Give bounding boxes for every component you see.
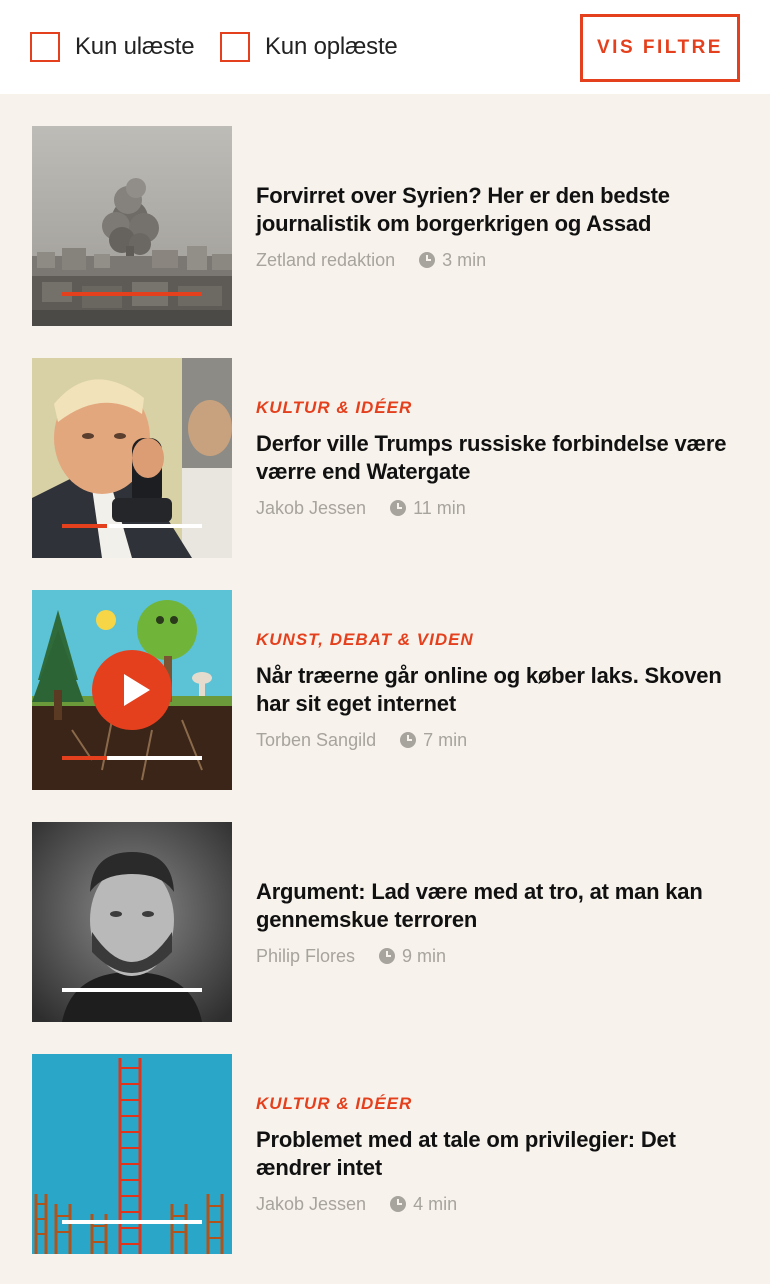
article-duration: 9 min <box>402 945 447 966</box>
read-aloud-filter-label: Kun oplæste <box>265 33 398 60</box>
article-card[interactable]: KULTUR & IDÉER Derfor ville Trumps russi… <box>32 358 738 558</box>
reading-progress-bar <box>62 988 202 992</box>
article-card[interactable]: KULTUR & IDÉER Problemet med at tale om … <box>32 1054 738 1254</box>
reading-progress-bar <box>62 292 202 296</box>
article-text: KULTUR & IDÉER Derfor ville Trumps russi… <box>256 358 738 558</box>
article-thumbnail[interactable] <box>32 822 232 1022</box>
play-button[interactable] <box>92 650 172 730</box>
article-author: Zetland redaktion <box>256 249 396 270</box>
reading-progress-bar <box>62 756 202 760</box>
article-category[interactable]: KULTUR & IDÉER <box>256 398 738 418</box>
article-category[interactable]: KUNST, DEBAT & VIDEN <box>256 630 738 650</box>
article-meta: Torben Sangild 7 min <box>256 730 738 751</box>
filter-bar: Kun ulæste Kun oplæste VIS FILTRE <box>0 0 770 94</box>
article-duration: 3 min <box>442 249 487 270</box>
article-author: Jakob Jessen <box>256 1193 367 1214</box>
article-duration: 11 min <box>413 497 466 518</box>
article-meta: Jakob Jessen 4 min <box>256 1194 738 1215</box>
clock-icon <box>379 948 396 964</box>
unread-filter-label: Kun ulæste <box>75 33 195 60</box>
article-text: Forvirret over Syrien? Her er den bedste… <box>256 126 738 326</box>
ladders-illustration-image <box>32 1054 232 1254</box>
show-filters-button[interactable]: VIS FILTRE <box>580 14 740 82</box>
reading-progress-fill <box>62 756 107 760</box>
article-thumbnail[interactable] <box>32 590 232 790</box>
article-meta: Zetland redaktion 3 min <box>256 250 738 271</box>
checkbox-box[interactable] <box>30 32 60 62</box>
checkbox-box[interactable] <box>220 32 250 62</box>
reading-progress-fill <box>62 292 202 296</box>
article-duration: 7 min <box>423 729 468 750</box>
clock-icon <box>400 732 417 748</box>
unread-filter-checkbox[interactable]: Kun ulæste <box>30 31 195 63</box>
article-text: Argument: Lad være med at tro, at man ka… <box>256 822 738 1022</box>
clock-icon <box>390 500 407 516</box>
article-title[interactable]: Forvirret over Syrien? Her er den bedste… <box>256 182 738 238</box>
article-title[interactable]: Når træerne går online og køber laks. Sk… <box>256 662 738 718</box>
article-text: KUNST, DEBAT & VIDEN Når træerne går onl… <box>256 590 738 790</box>
article-title[interactable]: Argument: Lad være med at tro, at man ka… <box>256 878 738 934</box>
article-author: Philip Flores <box>256 945 356 966</box>
article-text: KULTUR & IDÉER Problemet med at tale om … <box>256 1054 738 1254</box>
read-aloud-filter-checkbox[interactable]: Kun oplæste <box>220 31 398 63</box>
article-author: Jakob Jessen <box>256 497 367 518</box>
reading-progress-bar <box>62 1220 202 1224</box>
article-card[interactable]: Forvirret over Syrien? Her er den bedste… <box>32 126 738 326</box>
article-meta: Jakob Jessen 11 min <box>256 498 738 519</box>
clock-icon <box>419 252 436 268</box>
article-meta: Philip Flores 9 min <box>256 946 738 967</box>
reading-progress-fill <box>62 524 107 528</box>
article-category[interactable]: KULTUR & IDÉER <box>256 1094 738 1114</box>
article-title[interactable]: Problemet med at tale om privilegier: De… <box>256 1126 738 1182</box>
syria-smoke-image <box>32 126 232 326</box>
portrait-image <box>32 822 232 1022</box>
article-thumbnail[interactable] <box>32 1054 232 1254</box>
article-thumbnail[interactable] <box>32 358 232 558</box>
article-duration: 4 min <box>413 1193 458 1214</box>
article-author: Torben Sangild <box>256 729 377 750</box>
article-card[interactable]: KUNST, DEBAT & VIDEN Når træerne går onl… <box>32 590 738 790</box>
article-card[interactable]: Argument: Lad være med at tro, at man ka… <box>32 822 738 1022</box>
article-thumbnail[interactable] <box>32 126 232 326</box>
clock-icon <box>390 1196 407 1212</box>
article-title[interactable]: Derfor ville Trumps russiske forbindelse… <box>256 430 738 486</box>
trump-phone-image <box>32 358 232 558</box>
reading-progress-bar <box>62 524 202 528</box>
